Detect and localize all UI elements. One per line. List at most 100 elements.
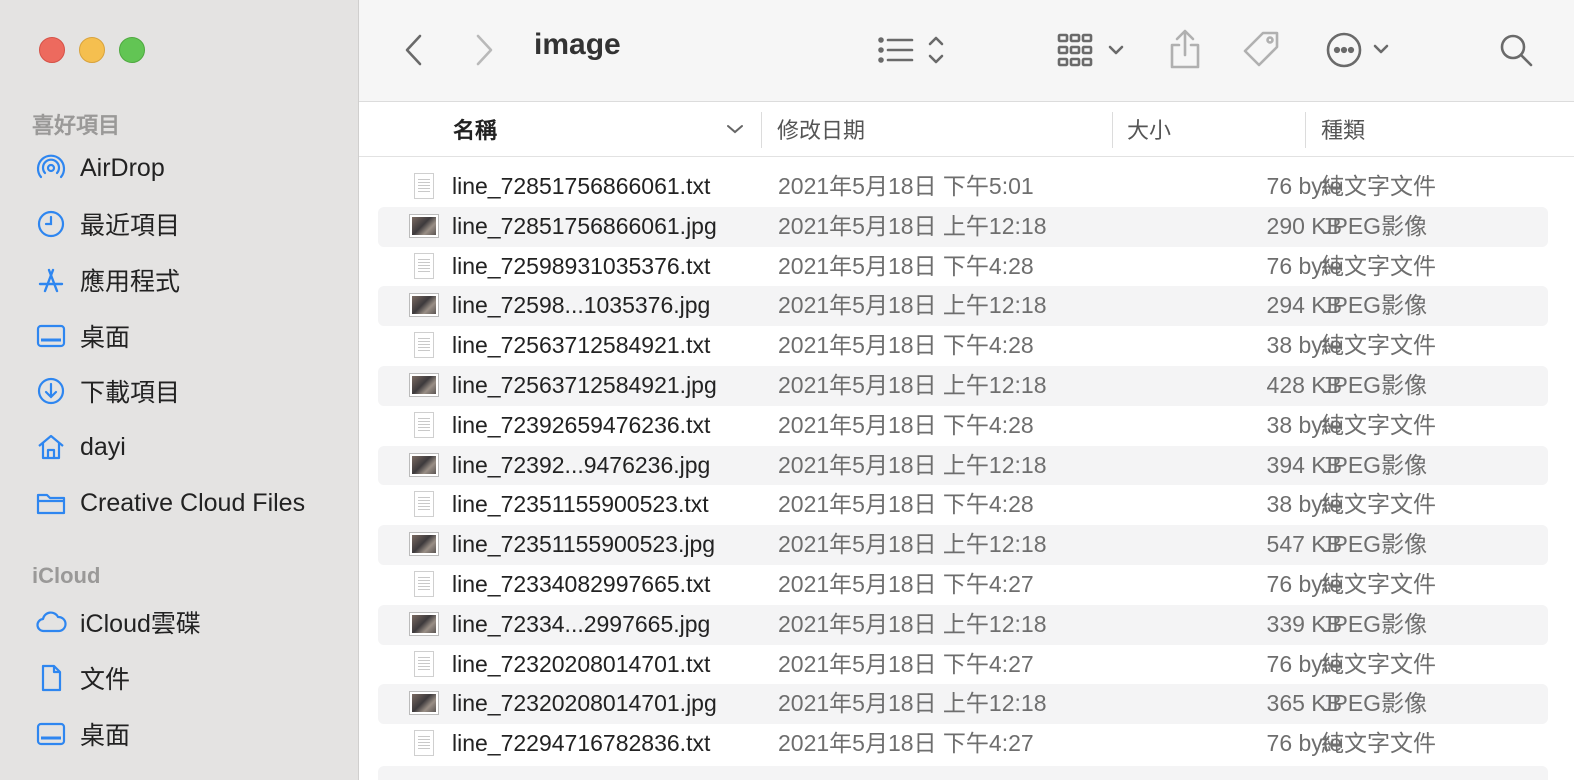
sidebar-item-home[interactable]: dayi [34, 427, 126, 467]
file-list: line_72851756866061.txt 2021年5月18日 下午5:01… [378, 167, 1548, 764]
sort-chevron-icon[interactable] [725, 102, 745, 156]
file-date: 2021年5月18日 下午4:28 [778, 332, 1034, 359]
file-kind: JPEG影像 [1321, 531, 1428, 558]
sidebar-item-label: AirDrop [80, 153, 165, 182]
file-date: 2021年5月18日 下午4:27 [778, 650, 1034, 677]
file-kind: 純文字文件 [1321, 650, 1436, 677]
column-size[interactable]: 大小 [1127, 102, 1171, 156]
sidebar-item-label: 下載項目 [80, 379, 181, 407]
file-kind: JPEG影像 [1321, 610, 1428, 637]
file-name: line_72563712584921.jpg [452, 371, 717, 398]
table-row[interactable]: line_72351155900523.txt 2021年5月18日 下午4:28… [378, 485, 1548, 525]
tag-button[interactable] [1240, 28, 1284, 72]
column-header: 名稱 修改日期 大小 種類 [359, 102, 1574, 157]
window-title: image [534, 28, 621, 61]
table-row[interactable]: line_72563712584921.txt 2021年5月18日 下午4:28… [378, 326, 1548, 366]
download-icon [34, 374, 68, 408]
text-file-icon [410, 332, 438, 360]
file-kind: JPEG影像 [1321, 451, 1428, 478]
share-button[interactable] [1166, 26, 1204, 72]
column-divider[interactable] [1112, 112, 1113, 148]
column-divider[interactable] [1305, 112, 1306, 148]
close-button[interactable] [39, 37, 65, 63]
file-name: line_72351155900523.txt [452, 491, 709, 518]
more-actions-button[interactable] [1324, 28, 1394, 72]
table-row[interactable]: line_72392659476236.txt 2021年5月18日 下午4:28… [378, 406, 1548, 446]
image-thumbnail-icon [410, 292, 438, 320]
sidebar: 喜好項目 AirDrop 最近項目 應用程式 桌面 下載項目 dayi Crea… [0, 0, 359, 780]
image-thumbnail-icon [410, 213, 438, 241]
grid-icon [1057, 33, 1124, 67]
file-date: 2021年5月18日 下午4:27 [778, 730, 1034, 757]
file-name: line_72392659476236.txt [452, 411, 711, 438]
file-name: line_72392...9476236.jpg [452, 451, 711, 478]
minimize-button[interactable] [79, 37, 105, 63]
table-row[interactable]: line_72598931035376.txt 2021年5月18日 下午4:28… [378, 247, 1548, 287]
file-kind: 純文字文件 [1321, 252, 1436, 279]
sidebar-item-label: iCloud雲碟 [80, 610, 201, 638]
table-row[interactable]: line_72320208014701.txt 2021年5月18日 下午4:27… [378, 645, 1548, 685]
sidebar-item-documents[interactable]: 文件 [34, 658, 130, 698]
table-row[interactable]: line_72294716782836.txt 2021年5月18日 下午4:27… [378, 724, 1548, 764]
sidebar-item-label: 文件 [80, 666, 131, 694]
sidebar-item-label: 桌面 [80, 324, 131, 352]
table-row[interactable]: line_72563712584921.jpg 2021年5月18日 上午12:1… [378, 365, 1548, 406]
table-row[interactable]: line_72851756866061.jpg 2021年5月18日 上午12:1… [378, 206, 1548, 247]
file-date: 2021年5月18日 上午12:18 [778, 371, 1047, 398]
view-options-button[interactable] [876, 30, 952, 70]
text-file-icon [410, 730, 438, 758]
column-divider[interactable] [761, 112, 762, 148]
table-row[interactable]: line_72320208014701.jpg 2021年5月18日 上午12:1… [378, 684, 1548, 725]
folder-icon [34, 486, 68, 520]
table-row[interactable]: line_72392...9476236.jpg 2021年5月18日 上午12:… [378, 445, 1548, 486]
table-row[interactable]: line_72334...2997665.jpg 2021年5月18日 上午12:… [378, 604, 1548, 645]
sidebar-item-icloud-drive[interactable]: iCloud雲碟 [34, 602, 201, 642]
table-row[interactable]: line_72851756866061.txt 2021年5月18日 下午5:01… [378, 167, 1548, 207]
forward-button[interactable] [468, 30, 500, 70]
column-kind[interactable]: 種類 [1321, 102, 1365, 156]
sidebar-item-label: 最近項目 [80, 212, 181, 240]
applications-icon [34, 263, 68, 297]
favorites-section-title: 喜好項目 [32, 113, 121, 138]
sidebar-item-label: 應用程式 [80, 268, 181, 296]
table-row[interactable]: line_72351155900523.jpg 2021年5月18日 上午12:1… [378, 525, 1548, 565]
file-name: line_72351155900523.jpg [452, 531, 716, 558]
sidebar-item-applications[interactable]: 應用程式 [34, 260, 180, 300]
image-thumbnail-icon [410, 531, 438, 559]
back-button[interactable] [398, 30, 430, 70]
column-name[interactable]: 名稱 [453, 102, 497, 156]
table-row[interactable]: line_72598...1035376.jpg 2021年5月18日 上午12:… [378, 286, 1548, 327]
image-thumbnail-icon [410, 690, 438, 718]
sidebar-item-recents[interactable]: 最近項目 [34, 204, 180, 244]
file-name: line_72334...2997665.jpg [452, 610, 711, 637]
sidebar-item-airdrop[interactable]: AirDrop [34, 148, 165, 188]
sidebar-item-label: 桌面 [80, 722, 131, 750]
sidebar-item-downloads[interactable]: 下載項目 [34, 371, 180, 411]
table-row[interactable]: line_72334082997665.txt 2021年5月18日 下午4:27… [378, 565, 1548, 605]
home-icon [34, 430, 68, 464]
cloud-icon [34, 605, 68, 639]
image-thumbnail-icon [410, 452, 438, 480]
file-name: line_72851756866061.jpg [452, 212, 717, 239]
file-date: 2021年5月18日 上午12:18 [778, 292, 1047, 319]
desktop-icon [34, 717, 68, 751]
search-icon [1500, 34, 1533, 67]
text-file-icon [410, 570, 438, 599]
sidebar-item-desktop[interactable]: 桌面 [34, 316, 130, 356]
search-button[interactable] [1496, 30, 1536, 70]
file-date: 2021年5月18日 上午12:18 [778, 212, 1047, 239]
file-kind: 純文字文件 [1321, 491, 1436, 518]
sidebar-item-creative-cloud[interactable]: Creative Cloud Files [34, 483, 305, 523]
file-name: line_72320208014701.txt [452, 650, 711, 677]
file-date: 2021年5月18日 上午12:18 [778, 531, 1047, 558]
table-row-partial[interactable] [378, 766, 1548, 780]
zoom-button[interactable] [119, 37, 145, 63]
file-kind: 純文字文件 [1321, 570, 1436, 597]
group-button[interactable] [1056, 30, 1130, 70]
file-kind: 純文字文件 [1321, 173, 1436, 199]
airdrop-icon [34, 151, 68, 185]
text-file-icon [410, 173, 438, 201]
icloud-section-title: iCloud [32, 563, 101, 588]
column-date[interactable]: 修改日期 [777, 102, 865, 156]
sidebar-item-icloud-desktop[interactable]: 桌面 [34, 714, 130, 754]
